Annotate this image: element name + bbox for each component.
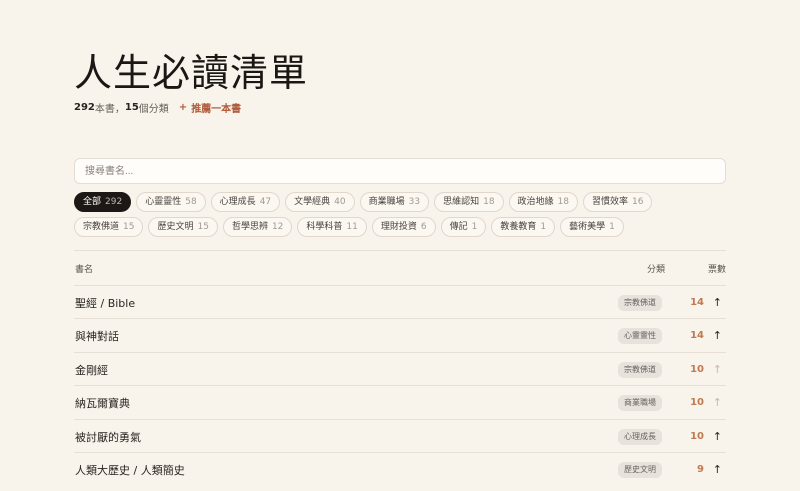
category-chip-label: 全部 [83,197,102,207]
category-count-suffix: 個分類 [138,104,169,115]
category-chip[interactable]: 政治地緣 18 [508,192,579,212]
category-chip-count: 18 [557,197,570,207]
upvote-arrow-icon[interactable]: ↑ [713,329,722,342]
category-chip[interactable]: 傳記 1 [440,217,487,237]
table-row[interactable]: 聖經 / Bible 宗教佛道 14 ↑ [74,285,726,319]
category-chip-label: 政治地緣 [517,197,554,207]
category-chip-count: 58 [185,197,197,207]
category-chip-label: 習慣效率 [592,197,629,207]
category-chip-count: 6 [420,222,427,232]
category-chip-count: 18 [483,197,495,207]
category-badge: 歷史文明 [618,461,662,478]
upvote-arrow-icon[interactable]: ↑ [713,396,722,409]
vote-count: 9 [697,464,704,475]
book-title: 人類大歷史 / 人類簡史 [75,463,185,477]
recommend-book-link[interactable]: + 推薦一本書 [179,100,241,115]
book-title: 與神對話 [75,329,119,343]
category-count: 15 [124,102,139,113]
table-row[interactable]: 金剛經 宗教佛道 10 ↑ [74,352,726,386]
category-chip-label: 思維認知 [443,197,480,207]
category-chip-label: 藝術美學 [569,222,606,232]
book-title: 納瓦爾寶典 [75,396,130,410]
category-chip-count: 11 [346,222,358,232]
table-row[interactable]: 納瓦爾寶典 商業職場 10 ↑ [74,385,726,419]
category-chip-count: 15 [123,222,135,232]
category-chip-label: 理財投資 [380,222,417,232]
category-chip-label: 心理成長 [219,197,256,207]
search-input[interactable] [74,158,726,184]
category-chip-count: 292 [105,197,123,207]
category-chip-count: 1 [609,222,615,232]
category-chip[interactable]: 科學科普 11 [297,217,367,237]
summary-line: 292 本書， 15 個分類 + 推薦一本書 [74,100,241,115]
category-chip[interactable]: 習慣效率 16 [583,192,653,212]
category-chip-count: 16 [632,197,644,207]
vote-count: 14 [690,297,704,308]
book-count-suffix: 本書， [94,104,125,115]
category-chip-count: 15 [197,222,209,232]
plus-icon: + [178,102,188,113]
book-title: 被討厭的勇氣 [75,430,141,444]
category-badge: 商業職場 [618,394,662,411]
column-header-votes: 票數 [708,265,727,275]
category-chip-label: 宗教佛道 [83,222,120,232]
category-chip-label: 心靈靈性 [145,197,182,207]
category-chip-label: 科學科普 [306,222,343,232]
category-chip[interactable]: 哲學思辨 12 [222,217,293,237]
category-filter: 全部 292 心靈靈性 58 心理成長 47 文學經典 40 商業職場 33 思維認知 1… [74,192,726,237]
table-row[interactable]: 人類大歷史 / 人類簡史 歷史文明 9 ↑ [74,452,726,486]
category-badge: 宗教佛道 [618,361,662,378]
category-chip[interactable]: 文學經典 40 [285,192,355,212]
upvote-arrow-icon[interactable]: ↑ [713,463,722,476]
category-chip[interactable]: 歷史文明 15 [148,217,218,237]
category-chip[interactable]: 理財投資 6 [371,217,436,237]
category-chip-label: 歷史文明 [157,222,194,232]
category-chip[interactable]: 藝術美學 1 [560,217,624,237]
category-chip[interactable]: 商業職場 33 [359,192,430,212]
category-chip[interactable]: 宗教佛道 15 [74,217,144,237]
section-divider [74,250,726,251]
category-badge: 心靈靈性 [618,327,662,344]
category-chip-count: 47 [259,197,272,207]
book-title: 聖經 / Bible [75,296,136,310]
category-chip-all[interactable]: 全部 292 [74,192,132,212]
category-chip-count: 12 [271,222,284,232]
category-chip[interactable]: 思維認知 18 [434,192,504,212]
page-title: 人生必讀清單 [74,51,309,95]
table-row[interactable]: 與神對話 心靈靈性 14 ↑ [74,318,726,352]
upvote-arrow-icon[interactable]: ↑ [713,296,722,309]
category-chip-count: 1 [540,222,547,232]
category-chip[interactable]: 教養教育 1 [491,217,556,237]
book-title: 金剛經 [75,363,108,377]
vote-count: 10 [690,431,704,442]
vote-count: 14 [690,330,704,341]
column-header-title: 書名 [75,265,94,275]
category-chip-count: 33 [408,197,421,207]
upvote-arrow-icon[interactable]: ↑ [713,430,722,443]
category-chip-label: 文學經典 [294,197,331,207]
vote-count: 10 [690,397,704,408]
category-chip-label: 哲學思辨 [231,222,268,232]
book-count: 292 [74,102,95,113]
category-chip-count: 1 [471,222,478,232]
table-header: 書名 分類 票數 [74,262,727,275]
category-chip-label: 教養教育 [500,222,537,232]
category-chip[interactable]: 心靈靈性 58 [136,192,206,212]
recommend-book-label: 推薦一本書 [191,104,242,115]
upvote-arrow-icon[interactable]: ↑ [713,363,722,376]
vote-count: 10 [690,364,704,375]
category-chip[interactable]: 心理成長 47 [210,192,281,212]
category-chip-label: 商業職場 [368,197,405,207]
category-badge: 心理成長 [618,428,662,445]
table-row[interactable]: 被討厭的勇氣 心理成長 10 ↑ [74,419,726,453]
category-chip-label: 傳記 [449,222,468,232]
category-chip-count: 40 [334,197,346,207]
column-header-category: 分類 [647,265,666,275]
category-badge: 宗教佛道 [618,294,662,311]
